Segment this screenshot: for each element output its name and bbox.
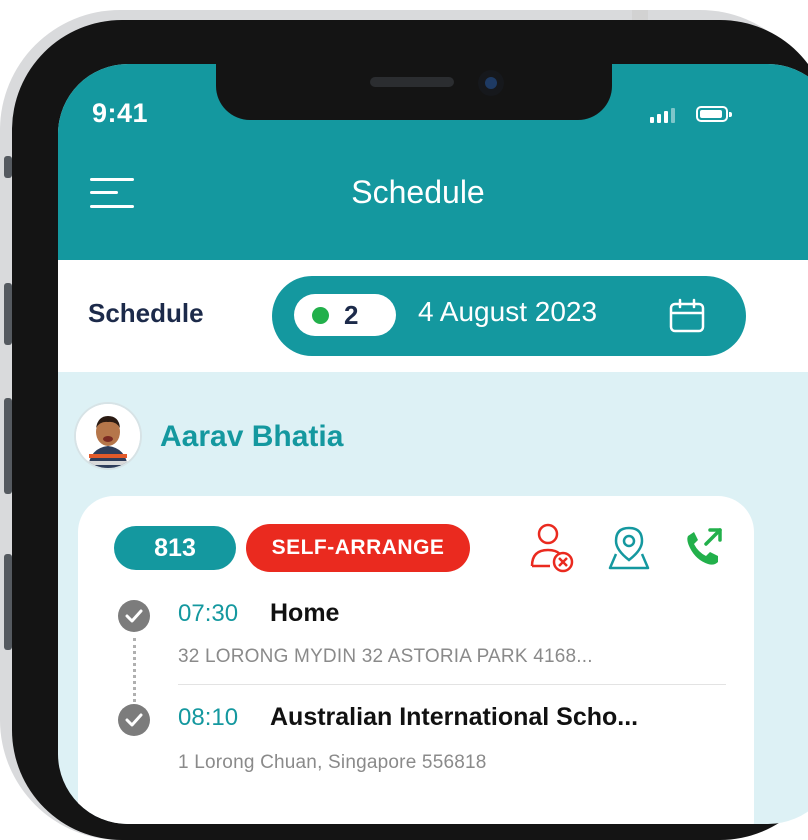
stop-divider: [178, 684, 726, 685]
stop-address: 1 Lorong Chuan, Singapore 556818: [178, 752, 487, 773]
cancel-user-icon[interactable]: [526, 522, 576, 574]
self-arrange-badge: SELF-ARRANGE: [246, 524, 470, 572]
device-side-button: [4, 156, 12, 178]
location-icon[interactable]: [604, 522, 654, 574]
stop-name: Australian International Scho...: [270, 703, 639, 731]
device-volume-up-button: [4, 283, 12, 345]
child-avatar-icon: [76, 404, 140, 468]
signal-icon: [650, 107, 675, 123]
calendar-icon[interactable]: [668, 298, 706, 334]
trip-count: 2: [344, 300, 359, 330]
schedule-label: Schedule: [88, 298, 204, 328]
route-connector: [133, 638, 139, 702]
device-notch: [216, 64, 612, 120]
student-name[interactable]: Aarav Bhatia: [160, 420, 343, 454]
stop-address: 32 LORONG MYDIN 32 ASTORIA PARK 4168...: [178, 646, 593, 667]
stop-time: 07:30: [178, 600, 239, 627]
stop-complete-icon: [118, 600, 150, 632]
status-dot-icon: [312, 307, 329, 324]
device-volume-down-button: [4, 398, 12, 494]
status-time: 9:41: [92, 98, 149, 128]
date-selector[interactable]: 2 4 August 2023: [272, 276, 746, 356]
avatar[interactable]: [76, 404, 140, 468]
trip-card: 813 SELF-ARRANGE 07:30 Home 32 LORONG MY…: [78, 496, 754, 824]
stop-complete-icon: [118, 704, 150, 736]
front-camera: [478, 70, 504, 96]
speaker-grille: [370, 77, 454, 87]
stop-name: Home: [270, 599, 340, 627]
trip-count-pill: 2: [294, 294, 396, 336]
device-power-button: [4, 554, 12, 650]
selected-date: 4 August 2023: [418, 296, 598, 327]
trip-number-badge: 813: [114, 526, 236, 570]
stop-time: 08:10: [178, 704, 239, 731]
phone-call-icon[interactable]: [678, 522, 728, 574]
schedule-bar: Schedule 2 4 August 2023: [58, 260, 808, 372]
header-title: Schedule: [351, 174, 485, 210]
battery-icon: [696, 106, 732, 122]
phone-screen: 9:41 Schedule Schedule 2 4 August 2023 A…: [58, 64, 808, 824]
